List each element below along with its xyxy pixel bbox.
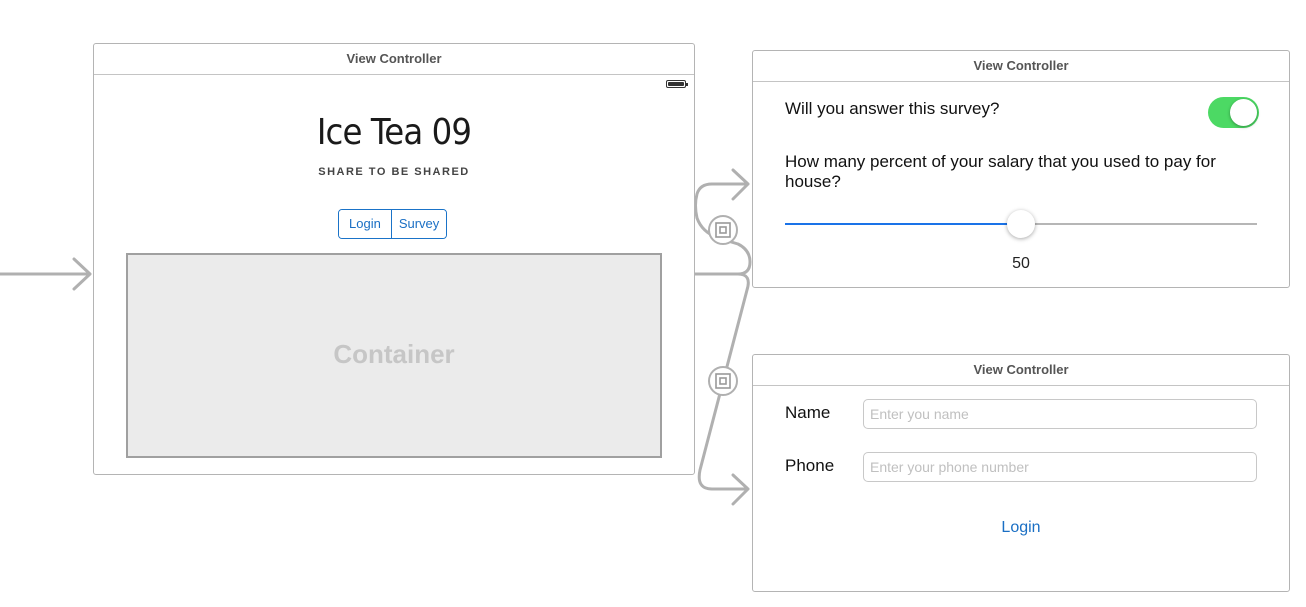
scene-title: View Controller — [94, 44, 694, 75]
slider-value-label: 50 — [1012, 255, 1030, 272]
segment-survey[interactable]: Survey — [390, 210, 447, 238]
phone-label: Phone — [785, 456, 835, 475]
login-button[interactable]: Login — [753, 519, 1289, 537]
survey-view-controller[interactable]: View Controller Will you answer this sur… — [752, 50, 1290, 288]
name-field[interactable] — [863, 399, 1257, 429]
switch-knob — [1230, 99, 1257, 126]
slider-thumb[interactable] — [1007, 210, 1035, 238]
scene-title: View Controller — [753, 355, 1289, 386]
name-label: Name — [785, 403, 831, 422]
embed-segue-icon[interactable] — [708, 215, 738, 245]
main-view-controller[interactable]: View Controller Ice Tea 09 SHARE TO BE S… — [93, 43, 695, 475]
segment-login[interactable]: Login — [339, 210, 391, 238]
slider-min-track — [785, 223, 1021, 225]
storyboard-canvas: View Controller Ice Tea 09 SHARE TO BE S… — [0, 0, 1306, 607]
app-subtitle: SHARE TO BE SHARED — [318, 166, 470, 178]
scene-title: View Controller — [753, 51, 1289, 82]
embed-segue-icon[interactable] — [708, 366, 738, 396]
login-view-controller[interactable]: View Controller Name Phone Login — [752, 354, 1290, 592]
phone-field[interactable] — [863, 452, 1257, 482]
entry-point-arrow-icon[interactable] — [0, 257, 92, 291]
battery-icon — [666, 80, 688, 88]
answer-survey-switch[interactable] — [1208, 97, 1259, 128]
salary-slider[interactable] — [785, 209, 1257, 239]
app-title: Ice Tea 09 — [316, 112, 472, 153]
container-view[interactable]: Container — [126, 253, 662, 458]
salary-question-label: How many percent of your salary that you… — [785, 152, 1216, 191]
survey-question-label: Will you answer this survey? — [785, 99, 1000, 118]
container-label: Container — [333, 339, 455, 369]
segmented-control[interactable]: Login Survey — [338, 209, 448, 239]
